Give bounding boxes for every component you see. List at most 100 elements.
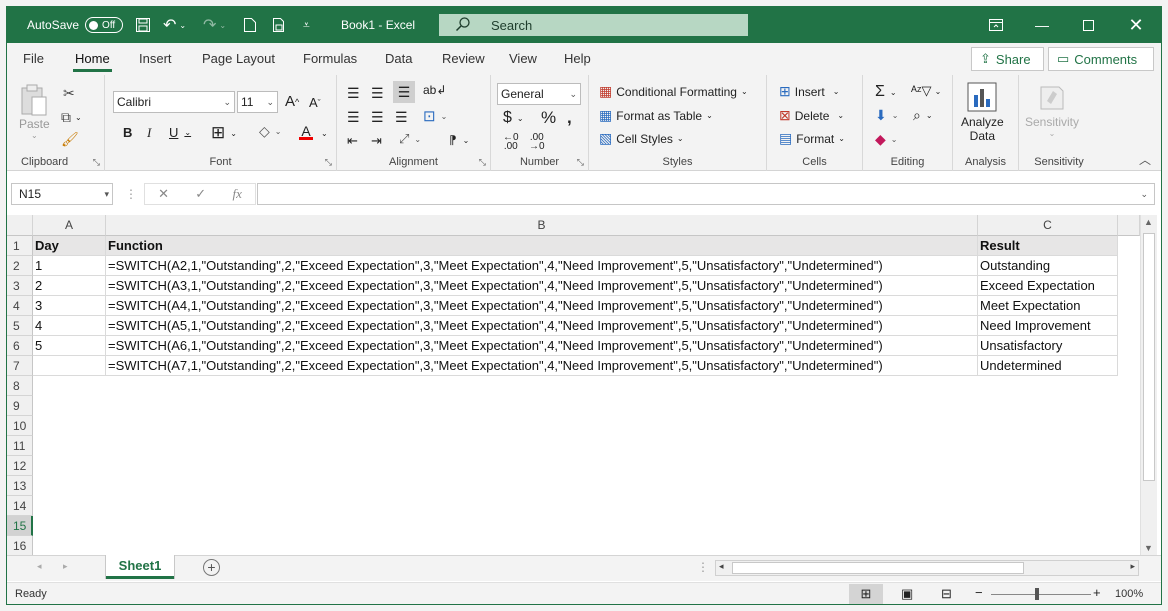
close-icon[interactable]: ✕	[1113, 7, 1159, 43]
decrease-decimal-icon[interactable]: .00 →0	[529, 133, 545, 152]
column-header-c[interactable]: C	[978, 215, 1118, 236]
cell-a2[interactable]: 1	[33, 256, 106, 276]
row-header[interactable]: 10	[7, 416, 33, 436]
align-left-icon[interactable]: ☰	[347, 109, 360, 126]
cell-a3[interactable]: 2	[33, 276, 106, 296]
zoom-slider[interactable]	[991, 594, 1091, 595]
italic-icon[interactable]: I	[147, 125, 151, 141]
bottom-align-icon[interactable]: ☰	[393, 81, 415, 103]
format-painter-icon[interactable]: 🖌	[61, 131, 79, 148]
row-header[interactable]: 15	[7, 516, 33, 536]
comma-style-icon[interactable]: ,	[567, 108, 572, 128]
font-name-select[interactable]: Calibri ⌄	[113, 91, 235, 113]
autosave-toggle[interactable]: AutoSave Off	[27, 7, 124, 43]
dialog-launcher-icon[interactable]: ⤡	[325, 157, 332, 168]
undo-icon[interactable]: ↶ ⌄	[163, 7, 186, 43]
align-right-icon[interactable]: ☰	[395, 109, 408, 126]
row-header[interactable]: 5	[7, 316, 33, 336]
row-header[interactable]: 8	[7, 376, 33, 396]
tab-data[interactable]: Data	[385, 51, 412, 66]
cell-b1[interactable]: Function	[106, 236, 978, 256]
column-header-b[interactable]: B	[106, 215, 978, 236]
cell-c2[interactable]: Outstanding	[978, 256, 1118, 276]
fill-color-icon[interactable]: ◇ ⌄	[259, 123, 281, 140]
conditional-formatting-button[interactable]: ▦ Conditional Formatting ⌄	[599, 83, 748, 100]
row-header[interactable]: 12	[7, 456, 33, 476]
dialog-launcher-icon[interactable]: ⤡	[479, 157, 486, 168]
cell-c6[interactable]: Unsatisfactory	[978, 336, 1118, 356]
cell-c4[interactable]: Meet Expectation	[978, 296, 1118, 316]
delete-cells-button[interactable]: ⊠ Delete ⌄	[779, 107, 844, 124]
dialog-launcher-icon[interactable]: ⤡	[577, 157, 584, 168]
cell-a4[interactable]: 3	[33, 296, 106, 316]
dialog-launcher-icon[interactable]: ⤡	[93, 157, 100, 168]
fill-icon[interactable]: ⬇ ⌄	[875, 107, 898, 124]
top-align-icon[interactable]: ☰	[347, 85, 360, 102]
cell-b4[interactable]: =SWITCH(A4,1,"Outstanding",2,"Exceed Exp…	[106, 296, 978, 316]
insert-cells-button[interactable]: ⊞ Insert ⌄	[779, 83, 839, 100]
row-header[interactable]: 14	[7, 496, 33, 516]
find-select-icon[interactable]: ⌕ ⌄	[913, 107, 933, 124]
number-format-select[interactable]: General ⌄	[497, 83, 581, 105]
cell-a1[interactable]: Day	[33, 236, 106, 256]
merge-center-icon[interactable]: ⊡ ⌄	[423, 107, 447, 125]
tab-insert[interactable]: Insert	[139, 51, 172, 66]
normal-view-icon[interactable]: ⊞	[849, 584, 883, 604]
row-header[interactable]: 16	[7, 536, 33, 556]
prev-sheet-icon[interactable]: ◂	[37, 561, 42, 572]
row-header[interactable]: 9	[7, 396, 33, 416]
cell-c5[interactable]: Need Improvement	[978, 316, 1118, 336]
row-header[interactable]: 2	[7, 256, 33, 276]
cancel-icon[interactable]: ✕	[158, 186, 169, 202]
search-box[interactable]: Search	[439, 14, 748, 36]
wrap-text-icon[interactable]: ab↲	[423, 83, 446, 97]
increase-decimal-icon[interactable]: ←0.00	[503, 133, 519, 152]
zoom-in-icon[interactable]: +	[1093, 585, 1101, 600]
vertical-scroll-thumb[interactable]	[1143, 233, 1155, 481]
clear-icon[interactable]: ◆ ⌄	[875, 131, 897, 148]
autosave-switch[interactable]: Off	[85, 17, 124, 33]
tab-review[interactable]: Review	[442, 51, 485, 66]
cell-b6[interactable]: =SWITCH(A6,1,"Outstanding",2,"Exceed Exp…	[106, 336, 978, 356]
sensitivity-button[interactable]: Sensitivity ⌄	[1025, 81, 1079, 138]
name-box[interactable]: N15 ▾	[11, 183, 113, 205]
print-preview-icon[interactable]	[271, 7, 287, 43]
cell-b5[interactable]: =SWITCH(A5,1,"Outstanding",2,"Exceed Exp…	[106, 316, 978, 336]
tab-page-layout[interactable]: Page Layout	[202, 51, 275, 66]
new-file-icon[interactable]	[243, 7, 257, 43]
ribbon-display-options-icon[interactable]	[973, 7, 1019, 43]
tab-file[interactable]: File	[23, 51, 44, 66]
decrease-font-icon[interactable]: Aˇ	[309, 95, 321, 110]
cell-c7[interactable]: Undetermined	[978, 356, 1118, 376]
redo-icon[interactable]: ↷ ⌄	[203, 7, 226, 43]
paste-button[interactable]: Paste ⌄	[19, 83, 50, 140]
cell-c1[interactable]: Result	[978, 236, 1118, 256]
horizontal-scroll-thumb[interactable]	[732, 562, 1024, 574]
bold-icon[interactable]: B	[123, 125, 132, 140]
tab-view[interactable]: View	[509, 51, 537, 66]
increase-indent-icon[interactable]: ⇥	[371, 133, 382, 149]
row-header[interactable]: 13	[7, 476, 33, 496]
zoom-level[interactable]: 100%	[1115, 588, 1143, 600]
zoom-out-icon[interactable]: −	[975, 585, 983, 600]
borders-icon[interactable]: ⊞ ⌄	[211, 123, 237, 143]
font-size-select[interactable]: 11 ⌄	[237, 91, 278, 113]
cell-styles-button[interactable]: ▧ Cell Styles ⌄	[599, 130, 684, 147]
analyze-data-button[interactable]: Analyze Data	[961, 81, 1004, 143]
column-header-a[interactable]: A	[33, 215, 106, 236]
row-header[interactable]: 4	[7, 296, 33, 316]
font-color-icon[interactable]: A	[299, 123, 313, 140]
scroll-left-icon[interactable]: ◂	[719, 561, 724, 572]
format-as-table-button[interactable]: ▦ Format as Table ⌄	[599, 107, 713, 124]
customize-toolbar-icon[interactable]: ⩡	[303, 7, 310, 43]
format-cells-button[interactable]: ▤ Format ⌄	[779, 130, 845, 147]
currency-icon[interactable]: $ ⌄	[503, 109, 524, 127]
autosum-icon[interactable]: Σ ⌄	[875, 83, 897, 101]
maximize-icon[interactable]	[1065, 7, 1111, 43]
horizontal-scrollbar[interactable]: ◂ ▸	[715, 560, 1139, 576]
save-icon[interactable]	[135, 7, 151, 43]
row-header[interactable]: 1	[7, 236, 33, 256]
middle-align-icon[interactable]: ☰	[371, 85, 384, 102]
next-sheet-icon[interactable]: ▸	[63, 561, 68, 572]
copy-icon[interactable]: ⧉ ⌄	[61, 109, 82, 126]
